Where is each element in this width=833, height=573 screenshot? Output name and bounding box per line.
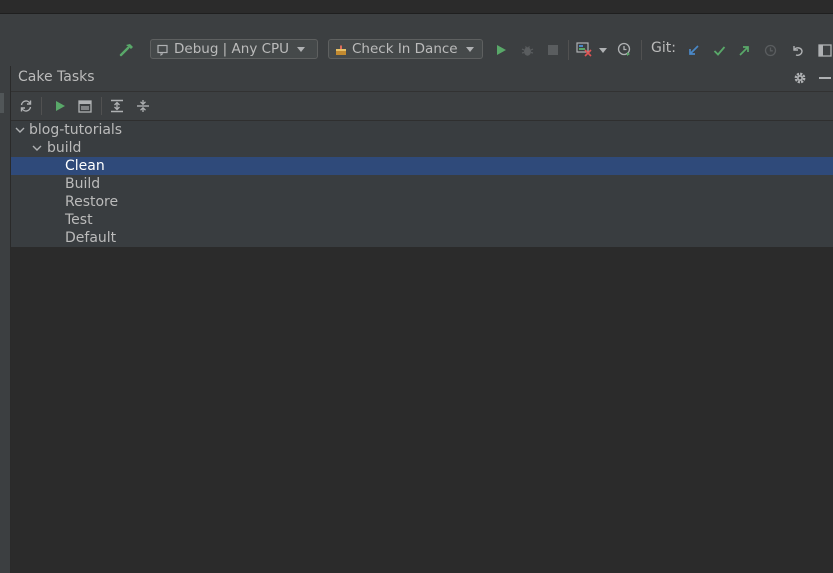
tree-task-row[interactable]: Test	[11, 211, 833, 229]
task-label: Default	[65, 230, 117, 246]
window-config-icon	[157, 43, 169, 56]
chevron-down-icon[interactable]	[31, 139, 43, 157]
tree-node-label: blog-tutorials	[29, 122, 123, 138]
coverage-icon[interactable]	[575, 40, 593, 58]
tree-node-folder[interactable]: build	[11, 139, 833, 157]
push-arrow-icon[interactable]	[736, 41, 752, 59]
refresh-icon[interactable]	[18, 98, 34, 114]
cake-tasks-tree: blog-tutorials build Clean Build Restore…	[11, 121, 833, 247]
chevron-down-icon[interactable]	[14, 121, 26, 139]
tree-node-label: build	[47, 140, 82, 156]
minimize-icon[interactable]	[817, 70, 833, 86]
tree-task-row[interactable]: Clean	[11, 157, 833, 175]
gear-icon[interactable]	[792, 70, 808, 86]
run-task-icon[interactable]	[52, 98, 68, 114]
tree-task-row[interactable]: Restore	[11, 193, 833, 211]
panel-title: Cake Tasks	[18, 69, 95, 85]
hammer-icon[interactable]	[118, 41, 136, 59]
task-label: Build	[65, 176, 101, 192]
history-clock-icon[interactable]	[762, 41, 778, 59]
task-label: Clean	[65, 158, 105, 174]
run-icon[interactable]	[493, 41, 509, 59]
profiler-icon[interactable]	[616, 40, 634, 58]
configuration-dropdown[interactable]: Debug | Any CPU	[150, 39, 318, 59]
chevron-down-icon	[297, 46, 306, 52]
toolbar-separator	[41, 97, 42, 115]
toolbar-separator	[641, 40, 642, 60]
cake-tasks-header: Cake Tasks	[11, 66, 833, 92]
left-tool-strip	[0, 66, 11, 573]
tool-window-tab[interactable]	[0, 93, 4, 113]
update-arrow-icon[interactable]	[685, 41, 701, 59]
toolbar-separator	[568, 40, 569, 60]
task-label: Test	[65, 212, 93, 228]
tree-task-row[interactable]: Default	[11, 229, 833, 247]
dropdown-icon[interactable]	[597, 41, 609, 59]
stop-icon[interactable]	[545, 41, 561, 59]
task-label: Restore	[65, 194, 119, 210]
git-label: Git:	[651, 40, 676, 56]
toolbar-separator	[101, 97, 102, 115]
run-configuration-label: Check In Dance	[352, 41, 458, 57]
debug-bug-icon[interactable]	[519, 41, 535, 59]
window-titlebar	[0, 0, 833, 14]
commit-check-icon[interactable]	[711, 41, 727, 59]
tree-node-root[interactable]: blog-tutorials	[11, 121, 833, 139]
run-configuration-dropdown[interactable]: Check In Dance	[328, 39, 483, 59]
window-icon[interactable]	[817, 41, 833, 59]
tree-task-row[interactable]: Build	[11, 175, 833, 193]
expand-all-icon[interactable]	[109, 98, 125, 114]
collapse-all-icon[interactable]	[135, 98, 151, 114]
configuration-label: Debug | Any CPU	[174, 41, 290, 57]
chevron-down-icon	[465, 46, 474, 52]
cake-tasks-toolbar	[11, 92, 833, 121]
rollback-icon[interactable]	[789, 41, 805, 59]
cake-icon	[335, 43, 347, 55]
window-icon[interactable]	[77, 98, 93, 114]
